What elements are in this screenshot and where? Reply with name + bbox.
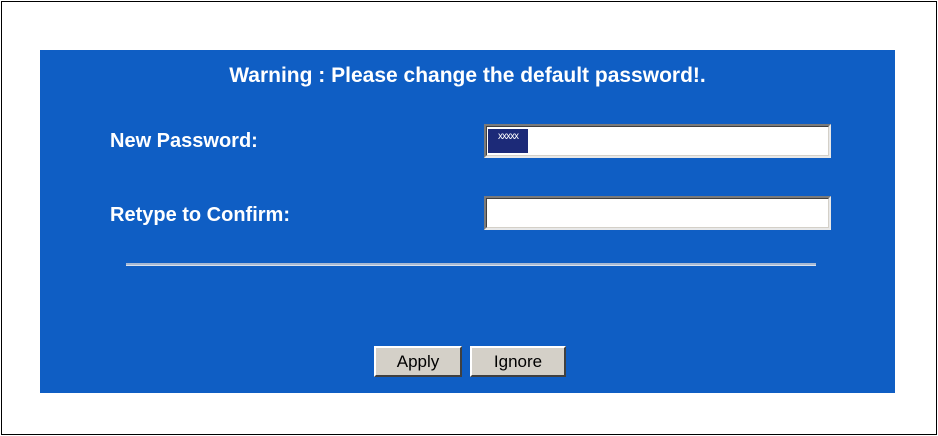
retype-password-field[interactable] (484, 196, 831, 230)
new-password-field[interactable]: ххххх (484, 124, 831, 158)
apply-button[interactable]: Apply (374, 346, 462, 377)
retype-password-field-inner (486, 198, 829, 228)
warning-message: Warning : Please change the default pass… (229, 64, 706, 87)
new-password-label: New Password: (110, 130, 258, 152)
retype-password-label: Retype to Confirm: (110, 204, 290, 226)
new-password-field-inner (486, 126, 829, 156)
ignore-button[interactable]: Ignore (470, 346, 566, 377)
password-change-panel: Warning : Please change the default pass… (40, 50, 895, 393)
new-password-selected-text: ххххх (488, 129, 528, 153)
divider (126, 263, 816, 266)
page-frame: Warning : Please change the default pass… (1, 1, 937, 435)
